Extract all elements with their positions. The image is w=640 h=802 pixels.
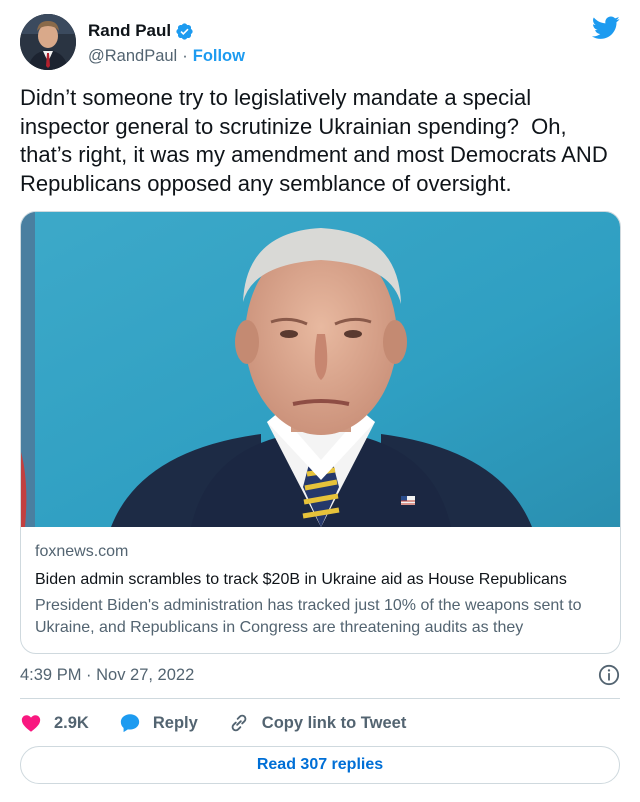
follow-link[interactable]: Follow: [193, 47, 245, 66]
heart-icon: [21, 715, 41, 732]
separator-dot: ·: [182, 46, 188, 65]
author-handle[interactable]: @RandPaul: [88, 47, 177, 66]
action-bar: 2.9K Reply Copy link to Tweet: [20, 708, 620, 738]
card-domain: foxnews.com: [35, 543, 129, 560]
read-replies-button[interactable]: Read 307 replies: [20, 746, 620, 784]
tweet-text: Didn’t someone try to legislatively mand…: [20, 85, 614, 196]
link-icon: [231, 714, 247, 732]
card-description: President Biden's administration has tra…: [35, 597, 582, 636]
card-image: [21, 212, 620, 527]
card-title[interactable]: Biden admin scrambles to track $20B in U…: [35, 569, 607, 591]
avatar-image: [20, 14, 76, 70]
copy-link-button[interactable]: Copy link to Tweet: [228, 712, 407, 734]
divider: [20, 698, 620, 699]
read-replies-label: Read 307 replies: [256, 756, 384, 773]
reply-button[interactable]: Reply: [119, 712, 198, 734]
verified-badge-icon: [176, 22, 193, 40]
timestamp-row: 4:39 PM · Nov 27, 2022: [20, 662, 620, 688]
avatar[interactable]: [20, 14, 76, 70]
link-preview-card[interactable]: foxnews.com Biden admin scrambles to tra…: [20, 211, 621, 654]
twitter-bird-icon[interactable]: [592, 16, 620, 40]
tweet-embed: Rand Paul @RandPaul · Follow Didn’t some…: [0, 0, 640, 802]
like-button[interactable]: 2.9K: [20, 712, 89, 734]
timestamp-link[interactable]: 4:39 PM · Nov 27, 2022: [20, 666, 194, 684]
info-icon[interactable]: [598, 664, 620, 686]
tweet-header: Rand Paul @RandPaul · Follow: [20, 14, 620, 70]
author-block: Rand Paul @RandPaul · Follow: [88, 19, 245, 68]
reply-bubble-icon: [120, 714, 140, 733]
copy-link-label: Copy link to Tweet: [261, 713, 407, 732]
card-meta: foxnews.com Biden admin scrambles to tra…: [35, 541, 607, 639]
author-name[interactable]: Rand Paul: [88, 21, 171, 41]
reply-label: Reply: [152, 713, 198, 732]
like-count: 2.9K: [54, 713, 89, 732]
